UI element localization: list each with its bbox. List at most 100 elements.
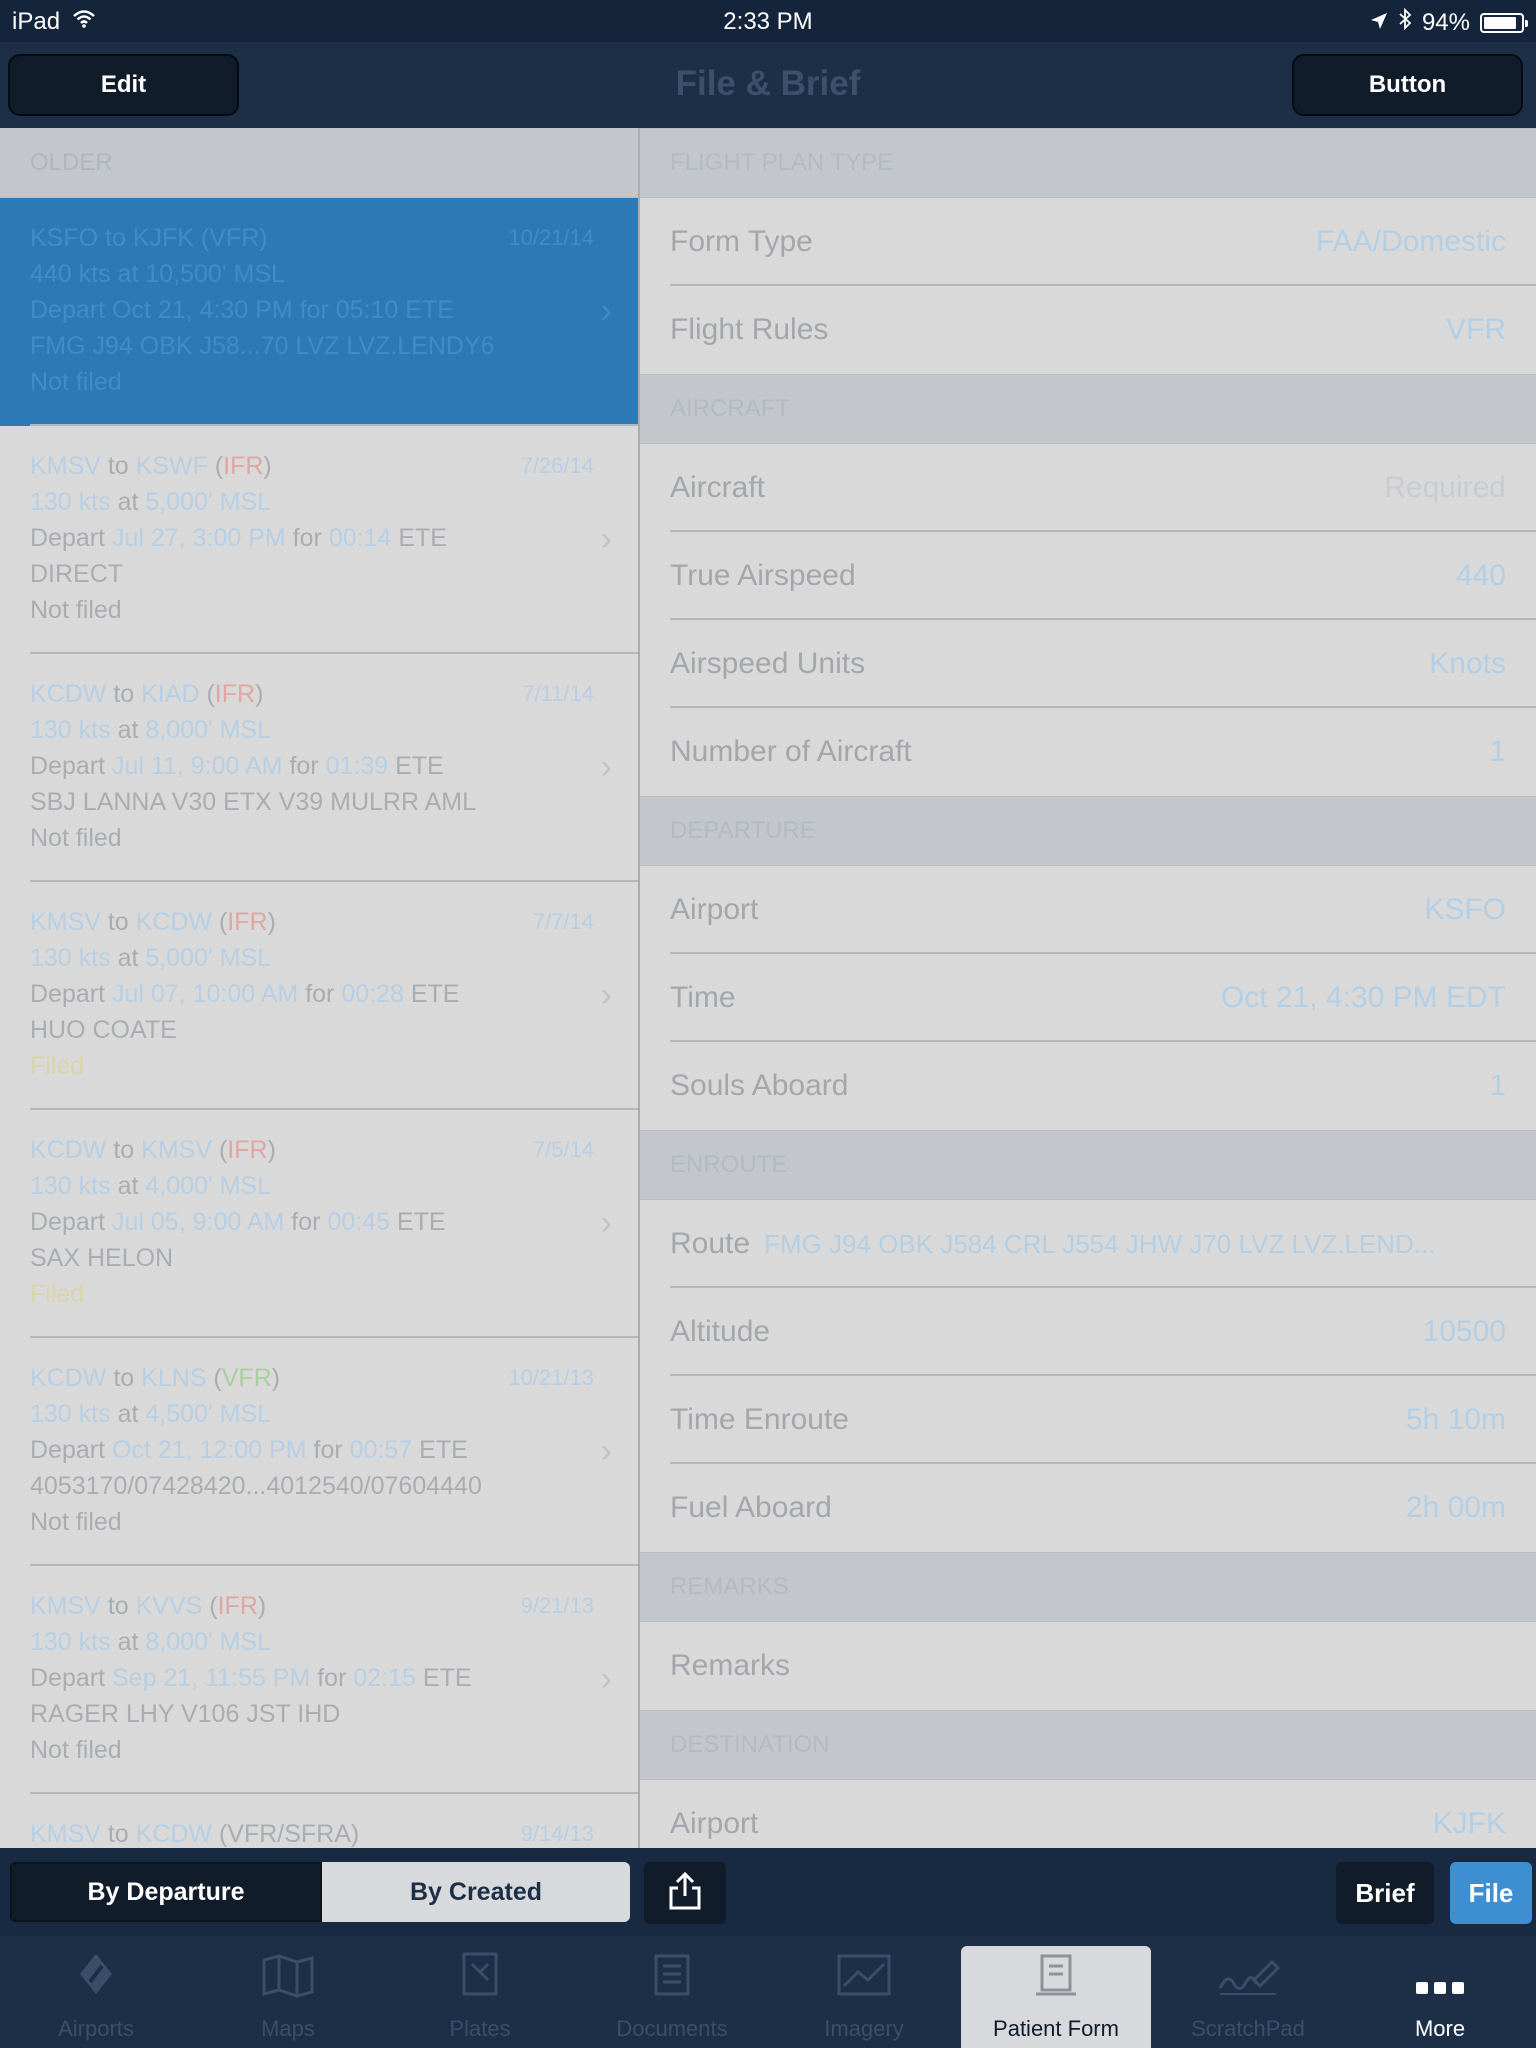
sort-by-departure[interactable]: By Departure [10, 1862, 322, 1922]
list-item[interactable]: KCDW to KLNS (VFR) 10/21/13 130 kts at 4,5… [0, 1338, 638, 1566]
plan-destination: KIAD [141, 680, 200, 708]
form-row-aircraft[interactable]: Aircraft Required [640, 444, 1536, 532]
tab-plates[interactable]: Plates [385, 1946, 575, 2048]
plan-speed-line: 440 kts at 10,500' MSL [30, 256, 608, 292]
tab-label: More [1414, 2016, 1466, 2041]
plan-ete-word: ETE [410, 980, 460, 1008]
plan-ete-word: ETE [396, 1208, 446, 1236]
plan-rules: IFR [217, 1592, 258, 1620]
tab-scratchpad[interactable]: ScratchPad [1153, 1946, 1343, 2048]
plan-speed: 130 kts [30, 944, 111, 972]
form-row-airport[interactable]: Airport KJFK [640, 1780, 1536, 1848]
plan-ete: 00:57 [349, 1436, 413, 1464]
form-row-number-of-aircraft[interactable]: Number of Aircraft 1 [640, 708, 1536, 796]
form-row-airspeed-units[interactable]: Airspeed Units Knots [640, 620, 1536, 708]
form-row-flight-rules[interactable]: Flight Rules VFR [640, 286, 1536, 374]
tab-airports[interactable]: Airports [1, 1946, 191, 2048]
plan-rules: VFR [209, 224, 260, 252]
form-value: 10500 [1422, 1315, 1506, 1348]
plan-route: DIRECT [30, 560, 124, 588]
form-row-true-airspeed[interactable]: True Airspeed 440 [640, 532, 1536, 620]
plan-route: SAX HELON [30, 1244, 174, 1272]
plan-to-word: to [107, 1592, 129, 1620]
brief-button[interactable]: Brief [1336, 1862, 1434, 1924]
tab-documents[interactable]: Documents [577, 1946, 767, 2048]
form-row-altitude[interactable]: Altitude 10500 [640, 1288, 1536, 1376]
plan-at-word: at [117, 716, 139, 744]
nav-bar: Edit File & Brief Button [0, 42, 1536, 128]
form-value: FMG J94 OBK J584 CRL J554 JHW J70 LVZ LV… [764, 1228, 1436, 1259]
tab-label: Plates [449, 2016, 511, 2041]
form-icon [1034, 1950, 1078, 2016]
form-value: KJFK [1432, 1807, 1506, 1840]
list-item[interactable]: KMSV to KSWF (IFR) 7/26/14 130 kts at 5,00… [0, 426, 638, 654]
plan-at-word: at [117, 260, 139, 288]
plan-origin: KMSV [30, 1592, 101, 1620]
form-row-time-enroute[interactable]: Time Enroute 5h 10m [640, 1376, 1536, 1464]
plan-ete-word: ETE [419, 1436, 468, 1464]
form-row-remarks[interactable]: Remarks [640, 1622, 1536, 1710]
form-row-route[interactable]: Route FMG J94 OBK J584 CRL J554 JHW J70 L… [640, 1200, 1536, 1288]
plan-depart-word: Depart [30, 1208, 106, 1236]
plan-altitude: 5,000' MSL [145, 944, 272, 972]
list-item[interactable]: KMSV to KVVS (IFR) 9/21/13 130 kts at 8,00… [0, 1566, 638, 1794]
plan-origin: KCDW [30, 1136, 107, 1164]
plan-status: Not filed [30, 1508, 122, 1536]
plan-for-word: for [317, 1664, 347, 1692]
flight-plan-form: FLIGHT PLAN TYPE Form Type FAA/Domestic Fli… [640, 128, 1536, 1848]
list-item[interactable]: KMSV to KCDW (VFR/SFRA) 9/14/13 [0, 1794, 638, 1848]
form-row-souls-aboard[interactable]: Souls Aboard 1 [640, 1042, 1536, 1130]
plan-to-word: to [113, 1364, 135, 1392]
plan-for-word: for [305, 980, 335, 1008]
plan-route: SBJ LANNA V30 ETX V39 MULRR AML [30, 788, 477, 816]
form-row-airport[interactable]: Airport KSFO [640, 866, 1536, 954]
plan-depart-line: Depart Jul 11, 9:00 AM for 01:39 ETE [30, 748, 608, 784]
plan-at-word: at [117, 1172, 139, 1200]
tab-maps[interactable]: Maps [193, 1946, 383, 2048]
plan-status: Not filed [30, 1736, 122, 1764]
list-item[interactable]: KMSV to KCDW (IFR) 7/7/14 130 kts at 5,000… [0, 882, 638, 1110]
plan-to-word: to [105, 224, 126, 252]
form-section-header: DEPARTURE [640, 796, 1536, 866]
plan-altitude: 8,000' MSL [145, 716, 272, 744]
plan-origin: KMSV [30, 908, 101, 936]
chevron-right-icon: › [600, 976, 612, 1014]
list-item[interactable]: KSFO to KJFK (VFR) 10/21/14 440 kts at 10,… [0, 198, 638, 426]
form-label: Airport [670, 893, 759, 926]
plan-for-word: for [313, 1436, 343, 1464]
plan-ete: 05:10 [335, 296, 399, 324]
plan-ete: 00:45 [327, 1208, 390, 1236]
plan-depart-line: Depart Oct 21, 12:00 PM for 00:57 ETE [30, 1432, 608, 1468]
plan-date: 10/21/13 [508, 1365, 594, 1390]
form-value: 5h 10m [1405, 1403, 1506, 1436]
chevron-right-icon: › [600, 292, 612, 330]
nav-right-button[interactable]: Button [1292, 54, 1523, 116]
form-label: Altitude [670, 1315, 771, 1348]
tab-patient-form[interactable]: Patient Form [961, 1946, 1151, 2048]
plan-date: 7/7/14 [532, 909, 594, 934]
plan-at-word: at [117, 1628, 139, 1656]
tab-imagery[interactable]: Imagery [769, 1946, 959, 2048]
plan-ete-word: ETE [405, 296, 454, 324]
tab-label: Airports [58, 2016, 134, 2041]
form-row-form-type[interactable]: Form Type FAA/Domestic [640, 198, 1536, 286]
plan-ete: 00:28 [341, 980, 404, 1008]
plan-speed-line: 130 kts at 4,000' MSL [30, 1168, 608, 1204]
sort-by-created[interactable]: By Created [322, 1862, 630, 1922]
form-row-time[interactable]: Time Oct 21, 4:30 PM EDT [640, 954, 1536, 1042]
list-item[interactable]: KCDW to KMSV (IFR) 7/5/14 130 kts at 4,000… [0, 1110, 638, 1338]
chevron-right-icon: › [600, 1432, 612, 1470]
plan-speed: 130 kts [30, 488, 111, 516]
plan-date: 9/14/13 [520, 1821, 594, 1846]
form-row-fuel-aboard[interactable]: Fuel Aboard 2h 00m [640, 1464, 1536, 1552]
share-button[interactable] [644, 1862, 726, 1924]
tab-more[interactable]: More [1345, 1946, 1535, 2048]
file-button[interactable]: File [1450, 1862, 1532, 1924]
plan-depart-word: Depart [30, 524, 106, 552]
list-item[interactable]: KCDW to KIAD (IFR) 7/11/14 130 kts at 8,00… [0, 654, 638, 882]
plan-depart-time: Jul 05, 9:00 AM [112, 1208, 285, 1236]
plan-depart-line: Depart Jul 27, 3:00 PM for 00:14 ETE [30, 520, 608, 556]
bottom-toolbar: By Departure By Created Brief File [0, 1848, 1536, 1936]
form-value: 1 [1489, 735, 1506, 768]
plan-at-word: at [117, 1400, 139, 1428]
